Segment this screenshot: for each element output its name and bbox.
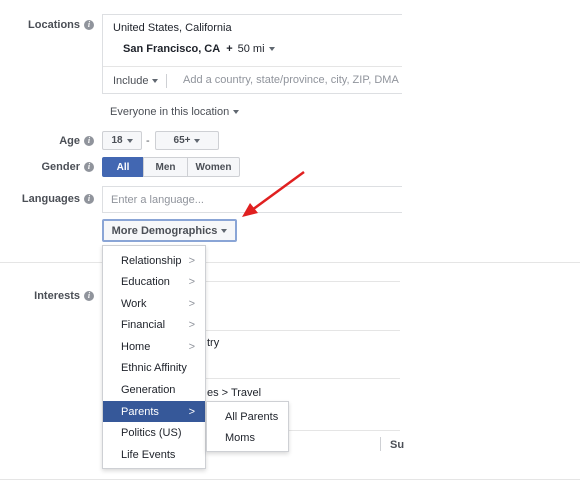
info-icon: i <box>84 136 94 146</box>
chevron-right-icon: > <box>188 318 195 331</box>
location-country: United States, California <box>113 22 232 34</box>
menu-item-home[interactable]: Home > <box>103 336 205 357</box>
age-label: Age i <box>59 135 94 147</box>
locations-box: United States, California San Francisco,… <box>102 14 402 94</box>
languages-label: Languages i <box>22 193 94 205</box>
location-city: San Francisco, CA <box>123 43 221 55</box>
gender-women-button[interactable]: Women <box>187 157 240 177</box>
include-dropdown[interactable]: Include <box>113 74 168 88</box>
annotation-arrow <box>242 170 305 217</box>
menu-item-financial[interactable]: Financial > <box>103 314 205 335</box>
location-city-row[interactable]: San Francisco, CA + 50 mi <box>123 43 275 55</box>
language-input-placeholder: Enter a language... <box>111 194 204 206</box>
gender-all-button[interactable]: All <box>102 157 144 177</box>
menu-item-relationship[interactable]: Relationship > <box>103 250 205 271</box>
everyone-location-dropdown[interactable]: Everyone in this location <box>110 106 240 118</box>
more-demographics-button[interactable]: More Demographics <box>102 219 237 242</box>
chevron-right-icon: > <box>188 254 195 267</box>
age-max-value: 65+ <box>173 135 191 146</box>
locations-label: Locations i <box>28 19 94 31</box>
chevron-right-icon: > <box>188 405 195 418</box>
chevron-down-icon <box>233 110 240 114</box>
menu-item-politics[interactable]: Politics (US) <box>103 422 205 443</box>
menu-item-education[interactable]: Education > <box>103 271 205 292</box>
age-max-select[interactable]: 65+ <box>155 131 219 150</box>
menu-item-generation[interactable]: Generation <box>103 379 205 400</box>
age-min-value: 18 <box>111 135 123 146</box>
gender-men-button[interactable]: Men <box>143 157 188 177</box>
chevron-down-icon <box>221 228 228 233</box>
chevron-right-icon: > <box>188 297 195 310</box>
location-search-input[interactable]: Add a country, state/province, city, ZIP… <box>183 74 401 86</box>
menu-item-work[interactable]: Work > <box>103 293 205 314</box>
info-icon: i <box>84 20 94 30</box>
info-icon: i <box>84 291 94 301</box>
submenu-item-moms[interactable]: Moms <box>207 427 288 448</box>
info-icon: i <box>84 194 94 204</box>
menu-item-ethnic-affinity[interactable]: Ethnic Affinity <box>103 357 205 378</box>
chevron-right-icon: > <box>188 275 195 288</box>
more-demographics-label: More Demographics <box>111 224 218 237</box>
include-label: Include <box>113 75 149 87</box>
chevron-down-icon <box>194 138 201 143</box>
chevron-down-icon <box>126 138 133 143</box>
radius-plus: + <box>226 43 233 55</box>
interest-travel-text: es > Travel <box>207 387 262 399</box>
gender-label: Gender i <box>41 161 94 173</box>
menu-item-parents[interactable]: Parents > <box>103 401 205 422</box>
chevron-right-icon: > <box>188 340 195 353</box>
age-separator: - <box>146 135 150 147</box>
everyone-location-label: Everyone in this location <box>110 106 230 118</box>
chevron-down-icon <box>152 79 159 83</box>
parents-submenu: All Parents Moms <box>206 401 289 452</box>
submenu-item-all-parents[interactable]: All Parents <box>207 406 288 427</box>
radius-value: 50 mi <box>237 43 265 55</box>
info-icon: i <box>84 162 94 172</box>
demographics-menu: Relationship > Education > Work > Financial… <box>102 245 206 469</box>
age-min-select[interactable]: 18 <box>102 131 142 150</box>
interest-partial-text: try <box>207 337 220 349</box>
chevron-down-icon <box>268 47 275 51</box>
interests-label: Interests i <box>34 290 94 302</box>
suggestions-partial: Su <box>390 439 405 451</box>
menu-item-life-events[interactable]: Life Events <box>103 444 205 465</box>
